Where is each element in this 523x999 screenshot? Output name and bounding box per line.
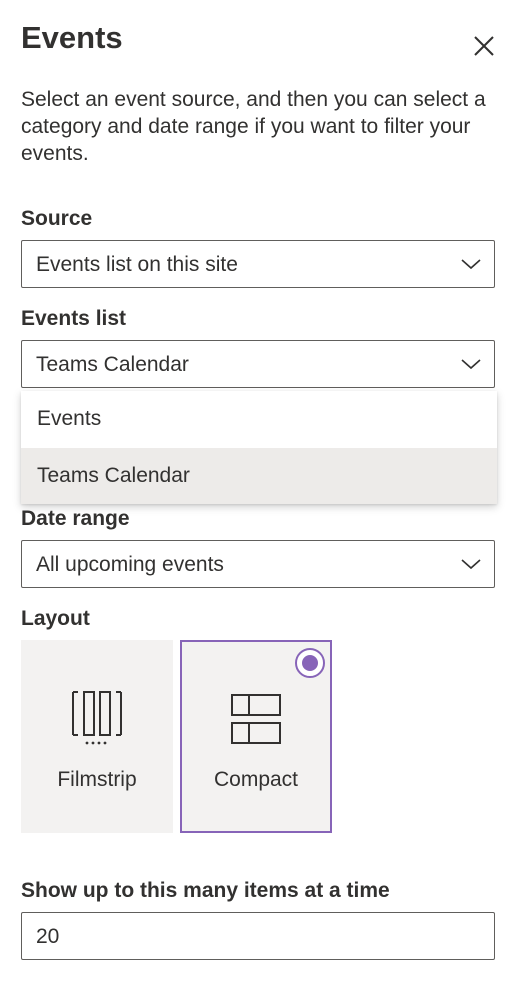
date-range-dropdown-value: All upcoming events xyxy=(36,553,224,576)
layout-option-label: Filmstrip xyxy=(57,768,137,791)
source-dropdown-value: Events list on this site xyxy=(36,253,238,276)
menu-option-label: Events xyxy=(37,407,102,430)
events-list-label: Events list xyxy=(21,307,127,330)
events-list-dropdown-value: Teams Calendar xyxy=(36,353,189,376)
source-label: Source xyxy=(21,207,93,230)
chevron-down-icon xyxy=(461,559,481,570)
layout-option-compact[interactable]: Compact xyxy=(180,640,332,833)
filmstrip-icon xyxy=(72,691,122,745)
layout-option-label: Compact xyxy=(213,768,299,791)
chevron-down-icon xyxy=(461,259,481,270)
compact-icon xyxy=(231,694,281,744)
date-range-label: Date range xyxy=(21,507,130,530)
close-icon[interactable] xyxy=(470,32,498,60)
date-range-dropdown[interactable]: All upcoming events xyxy=(21,540,495,588)
layout-option-filmstrip[interactable]: Filmstrip xyxy=(21,640,173,833)
layout-label: Layout xyxy=(21,607,90,630)
source-dropdown[interactable]: Events list on this site xyxy=(21,240,495,288)
selected-radio-icon xyxy=(295,648,325,678)
menu-option-label: Teams Calendar xyxy=(37,464,190,487)
events-list-dropdown[interactable]: Teams Calendar xyxy=(21,340,495,388)
items-count-value[interactable]: 20 xyxy=(36,925,59,949)
panel-description: Select an event source, and then you can… xyxy=(21,88,486,165)
chevron-down-icon xyxy=(461,359,481,370)
items-count-label: Show up to this many items at a time xyxy=(21,879,390,902)
events-list-menu: Events Teams Calendar xyxy=(21,391,497,504)
panel-title: Events xyxy=(21,20,123,55)
menu-option-teams-calendar[interactable]: Teams Calendar xyxy=(21,448,497,504)
menu-option-events[interactable]: Events xyxy=(21,391,497,447)
items-count-input[interactable]: 20 xyxy=(21,912,495,960)
